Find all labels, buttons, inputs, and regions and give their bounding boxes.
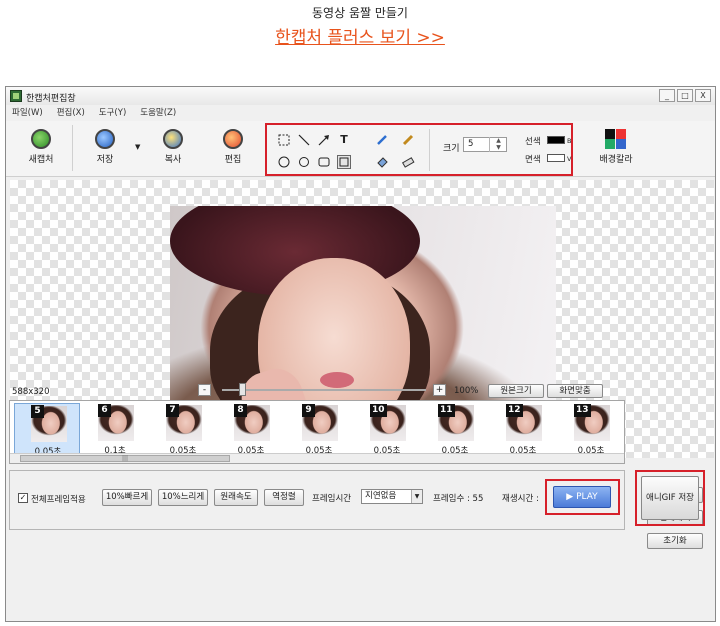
title-bar: 한캡처편집창 _ □ X — [6, 87, 715, 105]
eraser-tool-icon[interactable] — [401, 155, 415, 169]
copy-button[interactable]: 복사 — [150, 129, 196, 165]
frame-time-select[interactable]: 지연없음 ▼ — [361, 489, 423, 504]
original-speed-button[interactable]: 원래속도 — [214, 489, 258, 506]
original-size-button[interactable]: 원본크기 — [488, 384, 544, 398]
reverse-button[interactable]: 역정렬 — [264, 489, 304, 506]
toolbar: 새캡처 저장 ▼ 복사 편집 T 크기 5 ▲ ▼ 선색 B 면색 V 배경칼라 — [6, 121, 715, 177]
minimize-button[interactable]: _ — [659, 89, 675, 102]
rect-tool-icon[interactable] — [337, 155, 351, 169]
fill-tool-icon[interactable] — [375, 155, 389, 169]
slower-button[interactable]: 10%느리게 — [158, 489, 208, 506]
new-capture-label: 새캡처 — [28, 155, 54, 165]
plus-link[interactable]: 한캡처 플러스 보기 >> — [0, 23, 720, 48]
editor-window: 한캡처편집창 _ □ X 파일(W) 편집(X) 도구(Y) 도움말(Z) 새캡… — [5, 86, 716, 622]
frame-number: 12 — [506, 404, 523, 417]
zoom-percent: 100% — [454, 386, 479, 396]
frame-number: 11 — [438, 404, 455, 417]
apply-all-checkbox[interactable]: ✓ — [18, 493, 28, 503]
menu-bar: 파일(W) 편집(X) 도구(Y) 도움말(Z) — [6, 106, 715, 120]
rect-select-icon[interactable] — [277, 133, 291, 147]
edit-icon — [223, 129, 243, 149]
ellipse-tool-icon[interactable] — [277, 155, 291, 169]
frame-strip-scroll-thumb[interactable]: ||| — [20, 455, 230, 462]
save-dropdown-icon[interactable]: ▼ — [135, 143, 140, 151]
frame-number: 13 — [574, 404, 591, 417]
frame-number: 10 — [370, 404, 387, 417]
arrow-tool-icon[interactable] — [317, 133, 331, 147]
line-color-label: 선색 — [525, 137, 541, 147]
play-highlight: ▶ PLAY — [545, 479, 620, 515]
line-tool-icon[interactable] — [297, 133, 311, 147]
fill-color-label: 면색 — [525, 155, 541, 165]
pen-tool-icon[interactable] — [375, 133, 389, 147]
line-color-swatch[interactable] — [547, 136, 565, 144]
line-color-key: B — [567, 137, 572, 145]
frame-number: 9 — [302, 404, 315, 417]
play-time-label: 재생시간 : — [502, 494, 539, 504]
edit-label: 편집 — [224, 155, 242, 165]
menu-help[interactable]: 도움말(Z) — [140, 106, 176, 120]
playback-controls: ✓ 전체프레임적용 10%빠르게 10%느리게 원래속도 역정렬 프레임시간 지… — [9, 470, 625, 530]
camera-icon — [31, 129, 51, 149]
window-title: 한캡처편집창 — [26, 94, 76, 104]
frame-number: 6 — [98, 404, 111, 417]
menu-edit[interactable]: 편집(X) — [57, 106, 85, 120]
frame-time-label: 프레임시간 — [312, 494, 352, 504]
copy-icon — [163, 129, 183, 149]
frame-strip-scrollbar[interactable]: ||| — [10, 453, 624, 463]
rounded-rect-tool-icon[interactable] — [317, 155, 331, 169]
copy-label: 복사 — [164, 155, 182, 165]
frame-time-value: 지연없음 — [365, 491, 397, 501]
background-color-button[interactable]: 배경칼라 — [591, 129, 641, 165]
size-label: 크기 — [443, 144, 460, 154]
save-icon — [95, 129, 115, 149]
draw-panel-divider — [429, 129, 430, 171]
edit-button[interactable]: 편집 — [210, 129, 256, 165]
new-capture-button[interactable]: 새캡처 — [18, 129, 64, 165]
apply-all-label: 전체프레임적용 — [31, 495, 86, 505]
menu-tools[interactable]: 도구(Y) — [99, 106, 126, 120]
fill-color-key: V — [567, 155, 572, 163]
zoom-slider-track[interactable] — [222, 389, 426, 391]
frame-number: 5 — [31, 405, 44, 418]
page-heading: 동영상 움짤 만들기 — [312, 6, 408, 20]
background-color-label: 배경칼라 — [599, 155, 633, 165]
chevron-down-icon[interactable]: ▼ — [411, 490, 422, 503]
reset-button[interactable]: 초기화 — [647, 533, 703, 549]
draw-tools-panel: T 크기 5 ▲ ▼ 선색 B 면색 V — [265, 123, 573, 176]
faster-button[interactable]: 10%빠르게 — [102, 489, 152, 506]
fill-color-swatch[interactable] — [547, 154, 565, 162]
brush-tool-icon[interactable] — [401, 133, 415, 147]
close-button[interactable]: X — [695, 89, 711, 102]
zoom-in-button[interactable]: + — [433, 384, 446, 396]
frame-strip[interactable]: 5 0.05초 6 0.1초 7 0.05초 8 0.05초 9 0.05초 1… — [9, 400, 625, 464]
palette-icon — [605, 129, 627, 149]
frame-number: 8 — [234, 404, 247, 417]
menu-file[interactable]: 파일(W) — [12, 106, 43, 120]
save-gif-highlight: 애니GIF 저장 — [635, 470, 705, 526]
circle-tool-icon[interactable] — [297, 155, 311, 169]
zoom-out-button[interactable]: - — [198, 384, 211, 396]
size-spinner[interactable]: ▲ ▼ — [489, 137, 507, 152]
frame-count: 프레임수 : 55 — [433, 494, 484, 504]
frame-number: 7 — [166, 404, 179, 417]
save-button[interactable]: 저장 — [82, 129, 128, 165]
save-gif-button[interactable]: 애니GIF 저장 — [641, 476, 699, 520]
zoom-slider-thumb[interactable] — [239, 383, 246, 396]
save-label: 저장 — [96, 155, 114, 165]
app-icon — [10, 90, 22, 102]
toolbar-divider — [72, 125, 73, 171]
image-size-text: 588x320 — [12, 387, 50, 397]
play-button[interactable]: ▶ PLAY — [553, 486, 611, 508]
maximize-button[interactable]: □ — [677, 89, 693, 102]
fit-screen-button[interactable]: 화면맞춤 — [547, 384, 603, 398]
text-tool-icon[interactable]: T — [337, 133, 351, 147]
